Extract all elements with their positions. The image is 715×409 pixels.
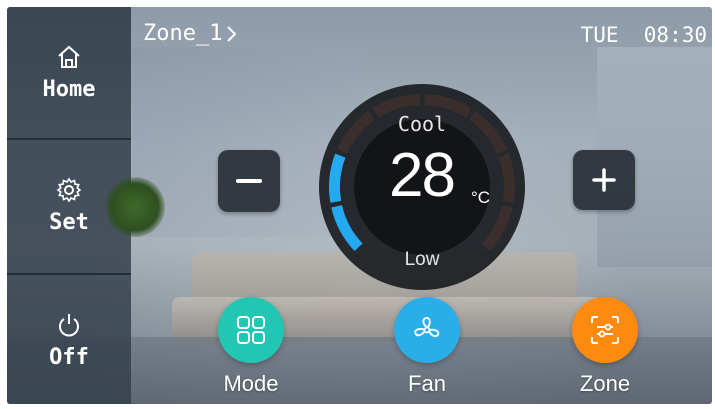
zone-button[interactable]: Zone: [560, 297, 650, 397]
increase-temp-button[interactable]: [573, 150, 635, 210]
plus-icon: [592, 168, 616, 192]
dial-readout: Cool 28 °C Low: [353, 112, 491, 272]
temperature-unit: °C: [471, 188, 491, 207]
fan-circle: [394, 297, 460, 363]
gear-icon: [56, 177, 82, 202]
home-icon: [58, 45, 80, 68]
sidebar-item-label: Home: [42, 76, 96, 102]
fan-icon: [414, 317, 440, 338]
zone-label: Zone: [579, 371, 631, 396]
fan-speed-text: Low: [404, 249, 440, 270]
background-plant: [105, 177, 165, 237]
grid-icon: [237, 316, 265, 344]
sidebar-item-label: Off: [49, 344, 89, 370]
zone-name: Zone_1: [143, 21, 223, 46]
fan-label: Fan: [408, 371, 446, 396]
decrease-temp-button[interactable]: [218, 150, 280, 212]
sidebar-item-home[interactable]: Home: [7, 7, 131, 137]
chevron-right-icon: [227, 25, 237, 42]
sidebar-item-label: Set: [49, 209, 89, 235]
zone-settings-icon: [591, 316, 619, 344]
zone-selector[interactable]: Zone_1: [143, 21, 238, 46]
power-icon: [59, 313, 79, 336]
mode-text: Cool: [397, 112, 447, 136]
mode-button[interactable]: Mode: [206, 297, 296, 397]
mode-label: Mode: [223, 371, 279, 396]
zone-circle: [572, 297, 638, 363]
sidebar-item-off[interactable]: Off: [7, 275, 131, 404]
fan-button[interactable]: Fan: [382, 297, 472, 397]
clock: TUE 08:30: [580, 23, 707, 47]
thermostat-screen: Home Set Off Zone_1 TUE 08:30 Cool 28 °C…: [7, 7, 712, 404]
minus-icon: [236, 179, 262, 183]
temperature-value: 28: [389, 141, 456, 210]
mode-circle: [218, 297, 284, 363]
